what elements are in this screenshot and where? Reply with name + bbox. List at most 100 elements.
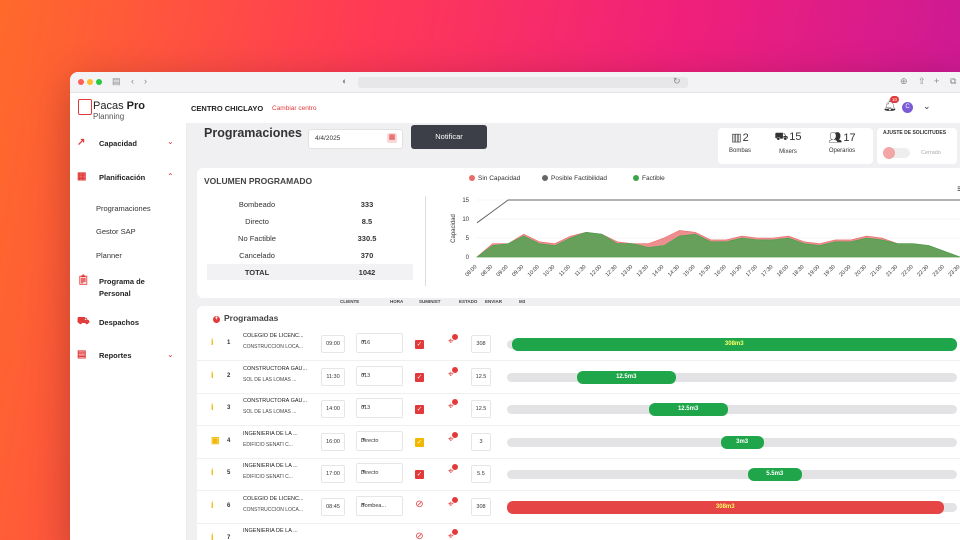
chevron-down-icon[interactable]: ⌄	[923, 101, 931, 112]
timeline-bar[interactable]: 12.5m3	[648, 403, 728, 416]
timeline-bar[interactable]: 308m3	[507, 500, 944, 514]
timeline-track	[507, 470, 957, 479]
suministro-select[interactable]: 013 ▼	[356, 365, 403, 386]
timeline-bar[interactable]: 12.5m3	[576, 370, 676, 384]
hora-field[interactable]: 11:30	[321, 367, 345, 386]
table-row[interactable]: i 1 COLEGIO DE LICENC... CONSTRUCCION LOCA.…	[197, 328, 960, 360]
send-icon[interactable]: ⌖	[448, 365, 459, 380]
chevron-down-icon[interactable]: ⌄	[167, 350, 174, 359]
send-icon[interactable]: ⌖	[448, 463, 459, 477]
row-value: 330.5	[357, 234, 377, 243]
info-icon[interactable]: i	[211, 402, 214, 412]
m3-field[interactable]: 12.5	[471, 367, 491, 386]
client-name: INGENIERIA DE LA ...	[243, 430, 298, 437]
sidebar-item-programaciones[interactable]: Programaciones	[96, 204, 151, 213]
row-value: 8.5	[361, 217, 373, 226]
avatar[interactable]: C	[902, 102, 913, 113]
send-icon[interactable]: ⌖	[448, 430, 459, 445]
m3-field[interactable]: 3	[471, 432, 491, 451]
hora-field[interactable]: 17:00	[321, 465, 345, 483]
tabs-icon[interactable]: ⧉	[950, 76, 956, 87]
timeline-bar[interactable]: 5.5m3	[747, 468, 802, 481]
hora-field[interactable]: 08:45	[321, 497, 345, 516]
info-icon[interactable]: i	[211, 370, 214, 380]
m3-field[interactable]: 308	[471, 335, 491, 353]
legend-posible[interactable]: Posible Factibilidad	[542, 175, 607, 182]
cancel-icon[interactable]: ⊘	[415, 499, 424, 509]
info-icon[interactable]: ▣	[211, 435, 220, 446]
suministro-select[interactable]: Directo ▼	[356, 463, 403, 483]
legend-factible[interactable]: Factible	[633, 175, 665, 182]
forward-icon[interactable]: ›	[144, 76, 147, 86]
plus-icon[interactable]: +	[213, 316, 220, 323]
send-icon[interactable]: ⌖	[448, 398, 459, 412]
timeline-bar[interactable]: 3m3	[720, 435, 764, 449]
bar-label: 12.5m3	[616, 373, 637, 380]
info-icon[interactable]: i	[211, 500, 214, 510]
truck-icon: ⛟	[77, 316, 90, 327]
minimize-window-button[interactable]	[87, 79, 93, 85]
address-bar[interactable]	[358, 77, 688, 88]
sidebar-item-label: Despachos	[99, 318, 140, 327]
share-icon[interactable]: ⇧	[918, 76, 926, 87]
bar-label: 5.5m3	[766, 471, 784, 477]
cancel-icon[interactable]: ⊘	[415, 532, 424, 540]
checkbox-checked[interactable]: ✓	[415, 437, 424, 447]
resources-summary: ▥2 Bombas ⛟15 Mixers 👥︎17 Operarios	[718, 128, 873, 164]
chevron-down-icon[interactable]: ⌄	[167, 137, 174, 146]
x-tick-label: 23:30	[947, 264, 960, 278]
x-tick-label: 13:00	[620, 264, 634, 278]
bar-label: 3m3	[736, 438, 749, 445]
notificar-button[interactable]: Notificar	[411, 125, 487, 149]
info-icon[interactable]: i	[211, 467, 214, 477]
cambiar-centro-link[interactable]: Cambiar centro	[272, 105, 316, 112]
sidebar-item-planner[interactable]: Planner	[96, 251, 122, 260]
reload-icon[interactable]: ↻	[673, 76, 681, 87]
sidebar-item-label: Personal	[99, 289, 131, 298]
info-icon[interactable]: i	[211, 337, 214, 347]
hora-field[interactable]: 16:00	[321, 432, 345, 451]
checkbox-checked[interactable]: ✓	[415, 372, 424, 382]
suministro-select[interactable]: 013 ▼	[356, 398, 403, 418]
client-name: COLEGIO DE LICENC...	[243, 333, 304, 339]
chevron-up-icon[interactable]: ⌃	[167, 172, 174, 181]
timeline-track	[507, 372, 957, 382]
back-icon[interactable]: ‹	[131, 76, 134, 86]
timeline-bar[interactable]: 308m3	[511, 338, 957, 351]
suministro-select[interactable]: Bombea... ▼	[356, 495, 403, 516]
table-row[interactable]: i 7 INGENIERIA DE LA ... ⊘ ⌖	[197, 523, 960, 540]
hora-field[interactable]: 09:00	[321, 335, 345, 353]
calendar-icon[interactable]: ▦	[387, 133, 397, 143]
table-row[interactable]: i 3 CONSTRUCTORA GAU... SOL DE LAS LOMAS ..…	[197, 393, 960, 425]
send-icon[interactable]: ⌖	[448, 528, 459, 540]
maximize-window-button[interactable]	[96, 79, 102, 85]
dropdown-arrow-icon: ▼	[361, 339, 366, 345]
checkbox-checked[interactable]: ✓	[415, 470, 424, 479]
info-icon[interactable]: i	[211, 532, 214, 540]
ajuste-toggle[interactable]	[883, 147, 910, 159]
close-window-button[interactable]	[78, 79, 84, 85]
suministro-select[interactable]: 016 ▼	[356, 333, 403, 353]
m3-field[interactable]: 12.5	[471, 400, 491, 418]
sidebar: ↗ Capacidad ⌄ ▦ Planificación ⌃ Programa…	[70, 123, 187, 540]
hora-field[interactable]: 14:00	[321, 400, 345, 418]
send-icon[interactable]: ⌖	[448, 495, 459, 510]
checkbox-checked[interactable]: ✓	[415, 340, 424, 349]
table-row[interactable]: i 2 CONSTRUCTORA GAU... SOL DE LAS LOMAS ..…	[197, 361, 960, 393]
new-tab-icon[interactable]: +	[934, 76, 939, 86]
m3-field[interactable]: 308	[471, 497, 491, 516]
sidebar-item-gestor-sap[interactable]: Gestor SAP	[96, 227, 136, 236]
section-header[interactable]: + Programadas	[213, 313, 278, 323]
download-icon[interactable]: ⊕	[900, 76, 908, 87]
date-picker[interactable]: 4/4/2025 ▦	[308, 129, 403, 149]
send-icon[interactable]: ⌖	[448, 333, 459, 347]
sidebar-toggle-icon[interactable]: ▤	[112, 76, 121, 87]
table-row[interactable]: i 5 INGENIERIA DE LA ... EDIFICIO SENATI C.…	[197, 458, 960, 490]
table-row[interactable]: i 6 COLEGIO DE LICENC... CONSTRUCCION LOCA.…	[197, 491, 960, 523]
table-row[interactable]: ▣ 4 INGENIERIA DE LA ... EDIFICIO SENATI C.…	[197, 426, 960, 458]
suministro-select[interactable]: Directo ▼	[356, 430, 403, 451]
x-tick-label: 20:30	[854, 264, 868, 278]
legend-sin-capacidad[interactable]: Sin Capacidad	[469, 175, 520, 182]
checkbox-checked[interactable]: ✓	[415, 405, 424, 414]
m3-field[interactable]: 5.5	[471, 465, 491, 483]
